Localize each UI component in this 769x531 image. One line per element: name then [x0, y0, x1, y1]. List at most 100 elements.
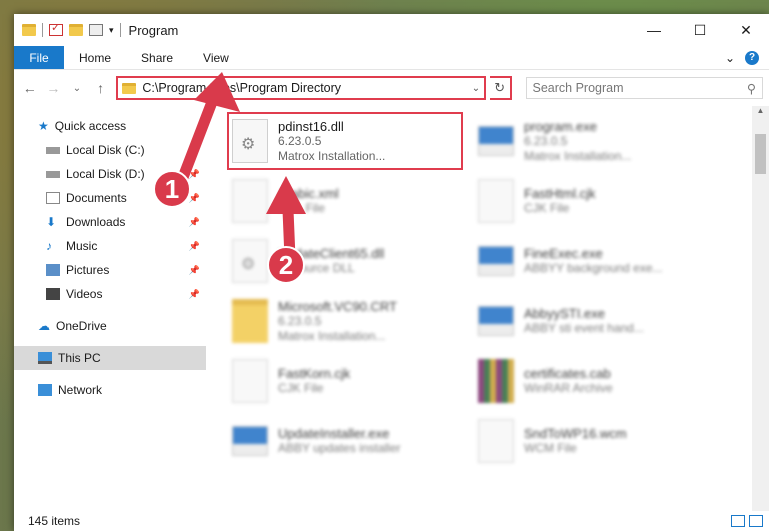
- file-name: SndToWP16.wcm: [524, 426, 627, 441]
- pin-icon: 📌: [188, 288, 200, 299]
- tab-home[interactable]: Home: [64, 46, 126, 69]
- minimize-button[interactable]: —: [631, 14, 677, 46]
- file-detail: XML File: [278, 201, 325, 215]
- up-button[interactable]: ↑: [91, 78, 111, 98]
- file-item[interactable]: program.exe 6.23.0.5 Matrox Installation..…: [478, 112, 724, 170]
- videos-icon: [46, 288, 60, 300]
- file-explorer-window: ▾ Program — ☐ ✕ File Home Share View ⌄ ?…: [14, 14, 769, 531]
- maximize-button[interactable]: ☐: [677, 14, 723, 46]
- file-detail: WCM File: [524, 441, 577, 455]
- computer-icon: [38, 352, 52, 364]
- address-bar[interactable]: C:\Program Files\Program Directory ⌄: [116, 76, 486, 100]
- file-item[interactable]: FastKorn.cjk CJK File: [232, 352, 478, 410]
- doc-file-icon: [478, 179, 514, 223]
- pin-icon: 📌: [188, 144, 200, 155]
- navigation-bar: ← → ⌄ ↑ C:\Program Files\Program Directo…: [14, 70, 769, 106]
- status-bar: 145 items: [14, 511, 769, 531]
- sidebar-item-quick-access[interactable]: ★ Quick access: [14, 114, 206, 138]
- expand-ribbon-icon[interactable]: ⌄: [725, 51, 735, 65]
- properties-icon[interactable]: [49, 21, 63, 36]
- file-text: Arabic.xml XML File: [278, 186, 339, 216]
- dll-file-icon: ⚙: [232, 239, 268, 283]
- sidebar-item-label: Local Disk (C:): [66, 143, 145, 157]
- file-text: pdinst16.dll 6.23.0.5 Matrox Installation.…: [278, 119, 385, 164]
- folder-file-icon: [232, 299, 268, 343]
- file-item[interactable]: certificates.cab WinRAR Archive: [478, 352, 724, 410]
- sidebar-item-music[interactable]: ♪ Music 📌: [14, 234, 206, 258]
- scrollbar-thumb[interactable]: [755, 134, 766, 174]
- sidebar-item-videos[interactable]: Videos 📌: [14, 282, 206, 306]
- pin-icon: 📌: [188, 192, 200, 203]
- back-button[interactable]: ←: [20, 78, 40, 98]
- sidebar-item-label: Network: [58, 383, 103, 397]
- file-text: FineExec.exe ABBYY background exe...: [524, 246, 663, 276]
- file-name: certificates.cab: [524, 366, 611, 381]
- tab-view[interactable]: View: [188, 46, 244, 69]
- customize-icon[interactable]: [89, 24, 103, 36]
- help-icon[interactable]: ?: [745, 50, 759, 65]
- file-detail: CJK File: [278, 381, 324, 395]
- new-folder-icon[interactable]: [69, 24, 83, 36]
- sidebar-item-downloads[interactable]: ⬇ Downloads 📌: [14, 210, 206, 234]
- file-item[interactable]: Microsoft.VC90.CRT 6.23.0.5 Matrox Install…: [232, 292, 478, 350]
- file-text: SndToWP16.wcm WCM File: [524, 426, 627, 456]
- sidebar-item-label: Local Disk (D:): [66, 167, 145, 181]
- sidebar-item-label: Downloads: [66, 215, 126, 229]
- file-name: AbbyySTI.exe: [524, 306, 605, 321]
- file-detail: ABBYY background exe...: [524, 261, 663, 275]
- refresh-button[interactable]: ↻: [489, 76, 512, 100]
- file-name: FastKorn.cjk: [278, 366, 351, 381]
- chevron-down-icon[interactable]: ⌄: [468, 83, 484, 94]
- file-detail: ABBY updates installer: [278, 441, 401, 455]
- cab-file-icon: [478, 359, 514, 403]
- file-item[interactable]: FastHtml.cjk CJK File: [478, 172, 724, 230]
- search-placeholder: Search Program: [532, 81, 624, 95]
- file-item[interactable]: Arabic.xml XML File: [232, 172, 478, 230]
- dll-file-icon: ⚙: [232, 119, 268, 163]
- file-item[interactable]: FineExec.exe ABBYY background exe...: [478, 232, 724, 290]
- sidebar-item-this-pc[interactable]: This PC: [14, 346, 206, 370]
- exe-file-icon: [232, 426, 268, 456]
- file-name: UpdateInstaller.exe: [278, 426, 390, 441]
- pin-icon: 📌: [188, 240, 200, 251]
- recent-locations-button[interactable]: ⌄: [67, 78, 87, 98]
- tab-share[interactable]: Share: [126, 46, 188, 69]
- large-icons-view-icon[interactable]: [749, 515, 763, 527]
- close-button[interactable]: ✕: [723, 14, 769, 46]
- sidebar-item-local-disk-c[interactable]: Local Disk (C:) 📌: [14, 138, 206, 162]
- window-title: Program: [128, 22, 179, 38]
- doc-file-icon: [478, 419, 514, 463]
- file-item-highlighted[interactable]: ⚙ pdinst16.dll 6.23.0.5 Matrox Installation…: [227, 112, 463, 170]
- dropdown-icon[interactable]: ▾: [109, 25, 114, 36]
- file-detail: 6.23.0.5: [524, 133, 568, 148]
- file-item[interactable]: UpdateInstaller.exe ABBY updates installe…: [232, 412, 478, 470]
- vertical-scrollbar[interactable]: ▲: [752, 106, 769, 511]
- doc-file-icon: [232, 359, 268, 403]
- tab-file[interactable]: File: [14, 46, 64, 69]
- sidebar-item-pictures[interactable]: Pictures 📌: [14, 258, 206, 282]
- title-bar: ▾ Program — ☐ ✕: [14, 14, 769, 46]
- file-text: program.exe 6.23.0.5 Matrox Installation..…: [524, 119, 631, 164]
- sidebar-item-network[interactable]: Network: [14, 378, 206, 402]
- file-detail: WinRAR Archive: [524, 381, 613, 395]
- forward-button[interactable]: →: [44, 78, 64, 98]
- file-item[interactable]: AbbyySTI.exe ABBY sti event hand...: [478, 292, 724, 350]
- file-text: AbbyySTI.exe ABBY sti event hand...: [524, 306, 644, 336]
- search-icon: ⚲: [746, 81, 756, 96]
- drive-icon: [46, 170, 60, 178]
- scroll-up-icon[interactable]: ▲: [752, 106, 769, 115]
- sidebar-item-onedrive[interactable]: ☁ OneDrive: [14, 314, 206, 338]
- search-input[interactable]: Search Program ⚲: [525, 77, 763, 99]
- file-text: certificates.cab WinRAR Archive: [524, 366, 613, 396]
- sidebar-item-label: Music: [66, 239, 98, 253]
- details-view-icon[interactable]: [731, 515, 745, 527]
- sidebar-item-label: Documents: [66, 191, 127, 205]
- pin-icon: 📌: [188, 168, 200, 179]
- doc-file-icon: [232, 179, 268, 223]
- file-detail: ABBY sti event hand...: [524, 321, 644, 335]
- navigation-pane: ★ Quick access Local Disk (C:) 📌 Local D…: [14, 106, 206, 511]
- sidebar-item-label: Videos: [66, 287, 103, 301]
- address-path[interactable]: C:\Program Files\Program Directory: [142, 81, 468, 95]
- file-item[interactable]: SndToWP16.wcm WCM File: [478, 412, 724, 470]
- sidebar-item-label: OneDrive: [56, 319, 107, 333]
